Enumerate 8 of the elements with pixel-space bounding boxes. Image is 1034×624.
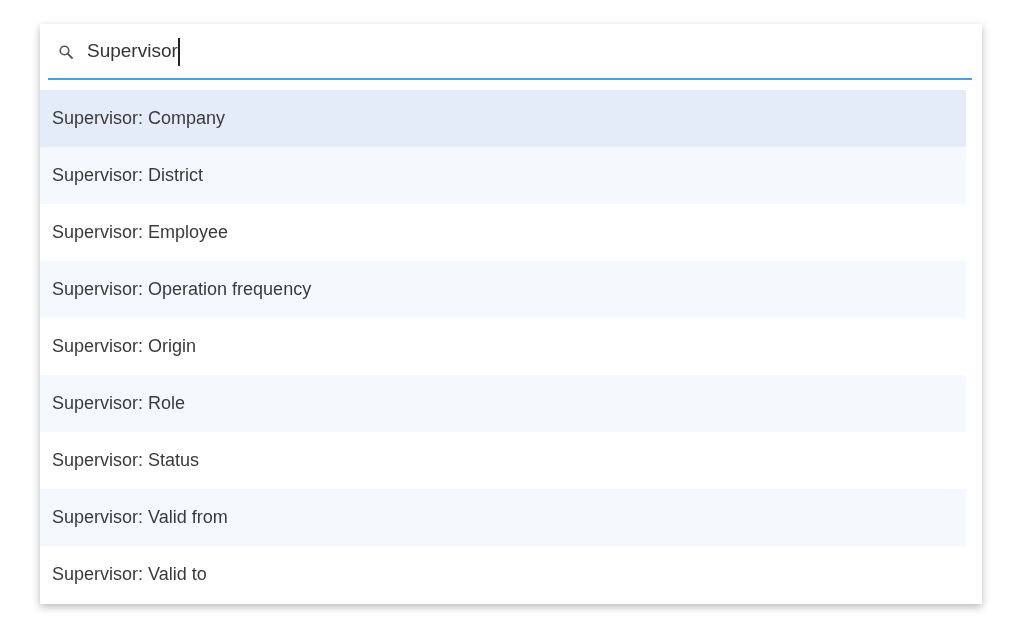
search-field[interactable]: Supervisor — [48, 24, 972, 80]
result-item[interactable]: Supervisor: Operation frequency — [40, 261, 966, 318]
result-item[interactable]: Supervisor: Role — [40, 375, 966, 432]
result-item[interactable]: Supervisor: Company — [40, 90, 966, 147]
result-item[interactable]: Supervisor: District — [40, 147, 966, 204]
result-item[interactable]: Supervisor: Valid from — [40, 489, 966, 546]
text-cursor-icon — [177, 38, 180, 66]
search-icon — [59, 45, 73, 59]
